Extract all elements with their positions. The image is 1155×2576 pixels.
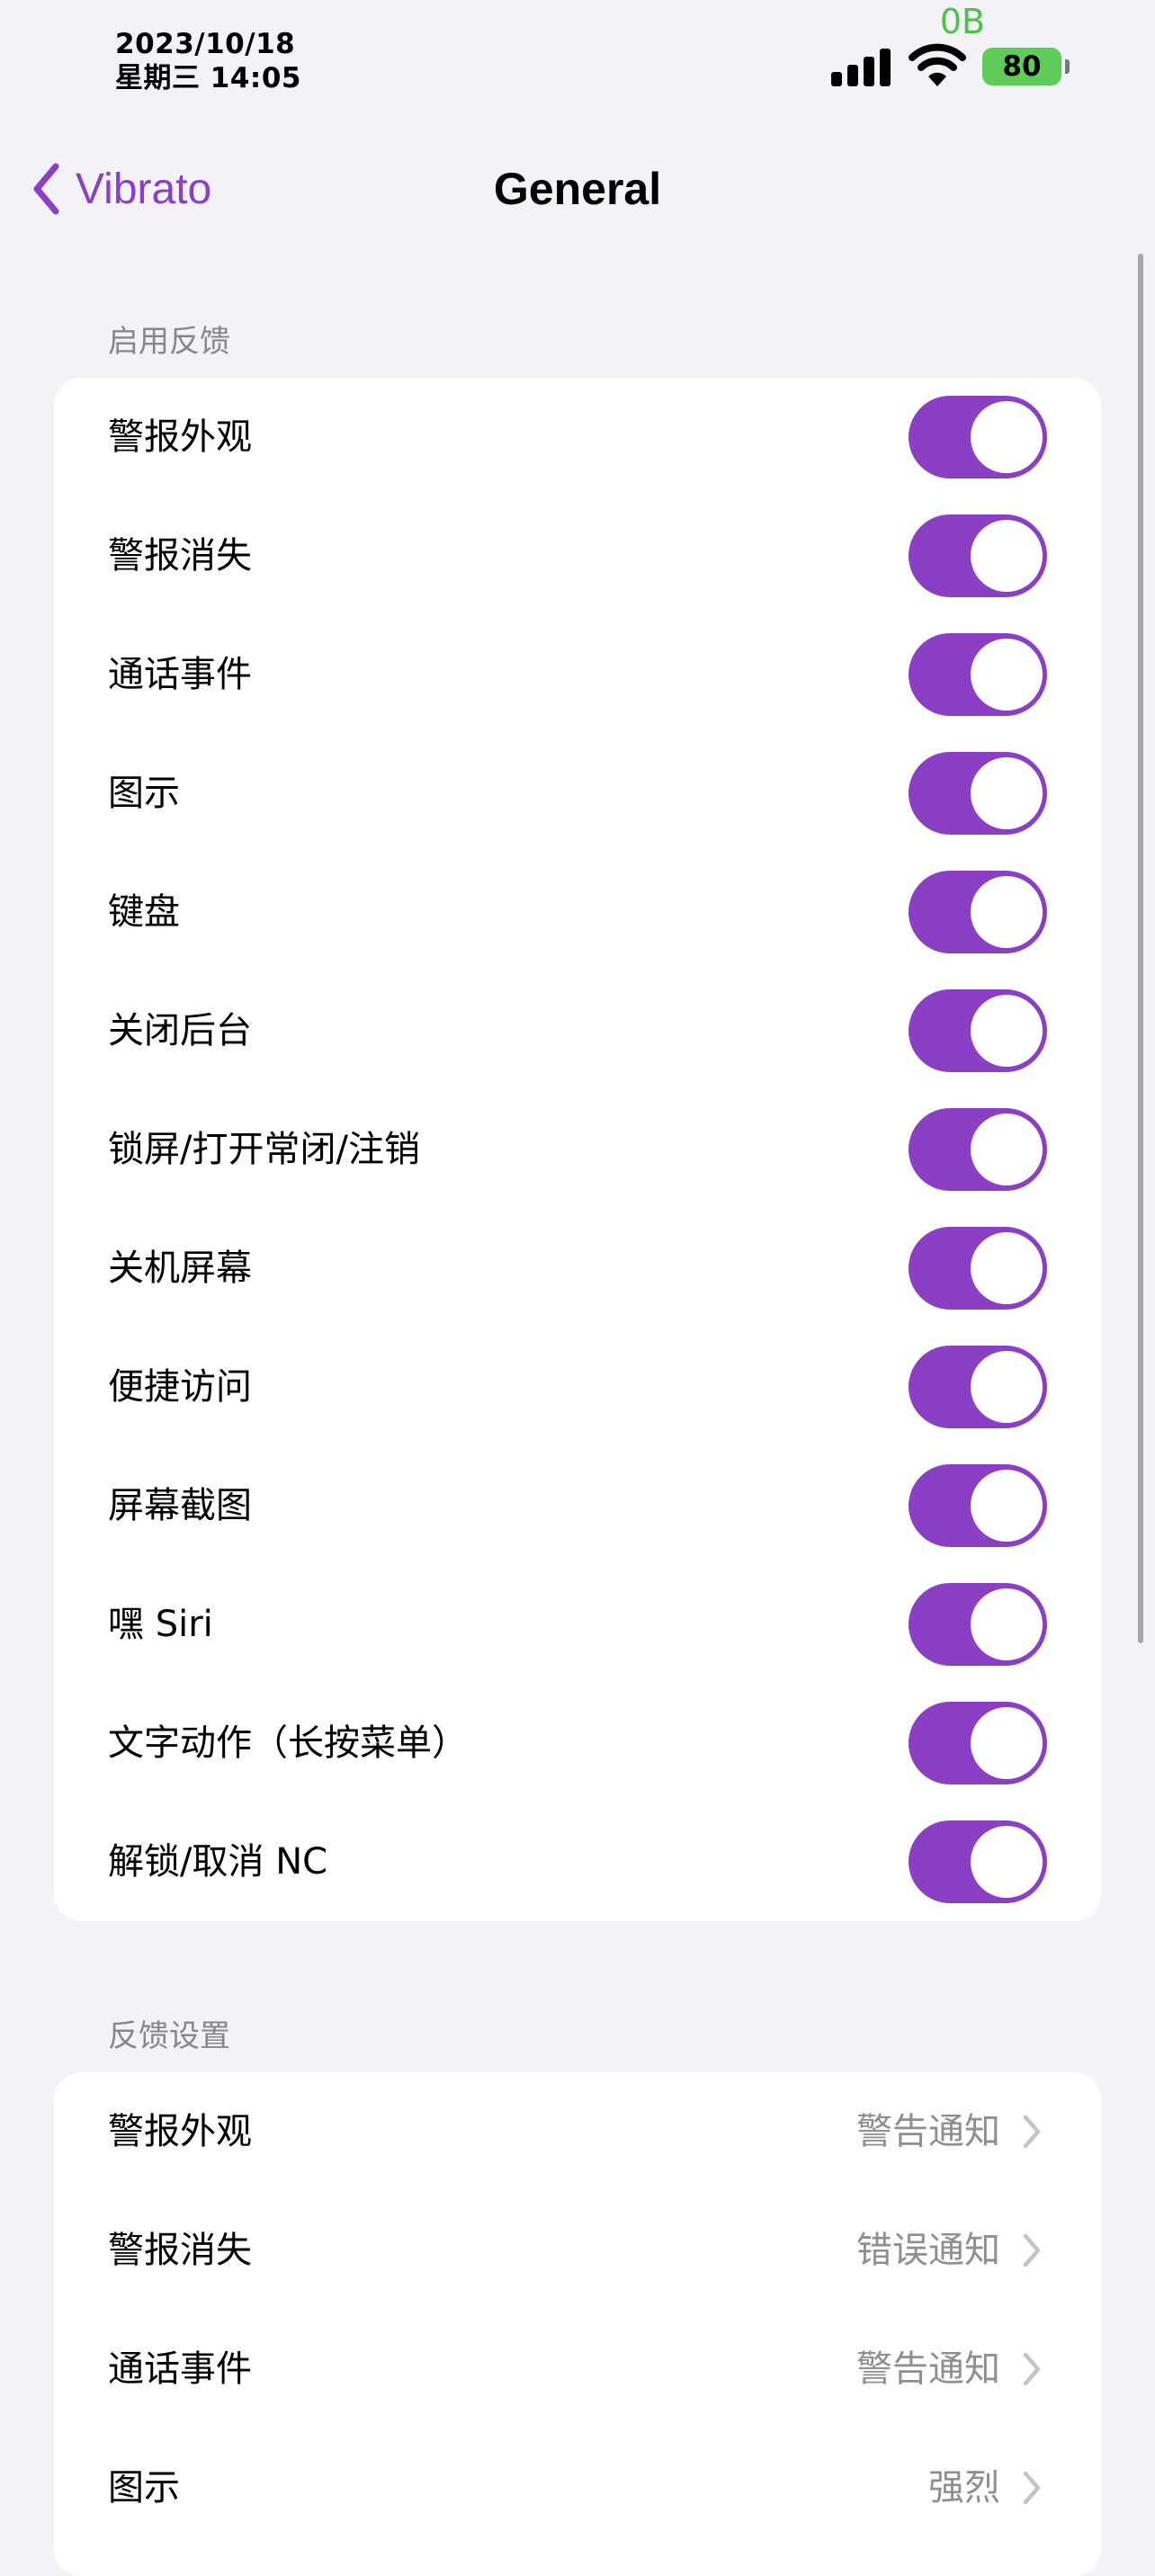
toggle-knob — [971, 639, 1043, 711]
toggle-row-text-actions: 文字动作（长按菜单） — [54, 1684, 1101, 1802]
toggle-knob — [971, 401, 1043, 473]
keyboard-toggle[interactable] — [909, 871, 1047, 953]
toggle-knob — [971, 1114, 1043, 1185]
net-speed: 0B — [939, 2, 986, 41]
toggle-knob — [971, 1470, 1043, 1542]
cellular-signal-icon — [831, 45, 892, 86]
setting-row-call-events[interactable]: 通话事件 警告通知 — [54, 2310, 1101, 2428]
toggle-row-close-background: 关闭后台 — [54, 971, 1101, 1090]
row-label: 关机屏幕 — [108, 1248, 252, 1289]
page-title: General — [493, 164, 662, 214]
row-label: 键盘 — [108, 891, 180, 933]
lock-screen-toggle[interactable] — [909, 1108, 1047, 1191]
icons-toggle[interactable] — [909, 752, 1047, 835]
row-value: 错误通知 — [856, 2230, 1000, 2271]
section-header-enable-feedback: 启用反馈 — [108, 324, 230, 360]
close-background-toggle[interactable] — [909, 989, 1047, 1072]
chevron-right-icon — [1023, 2233, 1041, 2267]
chevron-right-icon — [1023, 2471, 1041, 2505]
row-label: 便捷访问 — [108, 1366, 252, 1408]
toggle-knob — [971, 757, 1043, 829]
toggle-row-call-events: 通话事件 — [54, 615, 1101, 734]
battery-indicator: 80 — [982, 48, 1061, 85]
row-label: 嘿 Siri — [108, 1604, 213, 1645]
wifi-icon — [909, 43, 966, 86]
alert-appear-toggle[interactable] — [909, 396, 1047, 479]
chevron-right-icon — [1023, 2115, 1041, 2149]
toggle-knob — [971, 520, 1043, 592]
enable-feedback-group: 警报外观 警报消失 通话事件 图示 键盘 关闭后台 锁屏/打开常闭/注销 关机屏… — [54, 378, 1101, 1921]
status-bar: 2023/10/18 星期三 14:05 0B 80 — [0, 0, 1155, 99]
row-label: 解锁/取消 NC — [108, 1841, 328, 1883]
toggle-knob — [971, 1232, 1043, 1304]
row-label: 通话事件 — [108, 654, 252, 695]
status-datetime: 2023/10/18 星期三 14:05 — [115, 27, 301, 95]
toggle-row-lock-screen: 锁屏/打开常闭/注销 — [54, 1090, 1101, 1209]
toggle-knob — [971, 995, 1043, 1067]
row-label: 文字动作（长按菜单） — [108, 1722, 468, 1764]
row-value: 强烈 — [928, 2467, 1000, 2509]
toggle-knob — [971, 1707, 1043, 1779]
toggle-row-hey-siri: 嘿 Siri — [54, 1565, 1101, 1684]
toggle-row-reachability: 便捷访问 — [54, 1328, 1101, 1446]
toggle-row-alert-appear: 警报外观 — [54, 378, 1101, 496]
toggle-row-unlock-nc: 解锁/取消 NC — [54, 1802, 1101, 1921]
navigation-bar: Vibrato General — [0, 135, 1155, 243]
row-label: 警报消失 — [108, 535, 252, 577]
setting-row-alert-appear[interactable]: 警报外观 警告通知 — [54, 2072, 1101, 2191]
chevron-right-icon — [1023, 2352, 1041, 2386]
row-value: 警告通知 — [856, 2111, 1000, 2152]
screenshot-toggle[interactable] — [909, 1464, 1047, 1547]
row-label: 图示 — [108, 773, 180, 814]
text-actions-toggle[interactable] — [909, 1702, 1047, 1784]
toggle-row-screenshot: 屏幕截图 — [54, 1446, 1101, 1565]
toggle-knob — [971, 876, 1043, 948]
toggle-row-alert-dismiss: 警报消失 — [54, 496, 1101, 615]
section-header-feedback-settings: 反馈设置 — [108, 2018, 230, 2054]
toggle-row-shutdown-screen: 关机屏幕 — [54, 1209, 1101, 1328]
row-label: 警报外观 — [108, 416, 252, 458]
row-label: 通话事件 — [108, 2348, 252, 2390]
call-events-toggle[interactable] — [909, 633, 1047, 716]
setting-row-alert-dismiss[interactable]: 警报消失 错误通知 — [54, 2191, 1101, 2310]
row-value: 警告通知 — [856, 2348, 1000, 2390]
battery-tip — [1065, 59, 1070, 74]
toggle-knob — [971, 1826, 1043, 1898]
alert-dismiss-toggle[interactable] — [909, 514, 1047, 597]
reachability-toggle[interactable] — [909, 1346, 1047, 1428]
unlock-nc-toggle[interactable] — [909, 1820, 1047, 1903]
scrollbar[interactable] — [1138, 254, 1143, 1643]
row-label: 图示 — [108, 2467, 180, 2509]
status-date: 2023/10/18 — [115, 28, 296, 60]
setting-row-icons[interactable]: 图示 强烈 — [54, 2428, 1101, 2547]
row-label: 警报消失 — [108, 2230, 252, 2271]
shutdown-screen-toggle[interactable] — [909, 1227, 1047, 1310]
toggle-row-keyboard: 键盘 — [54, 853, 1101, 971]
hey-siri-toggle[interactable] — [909, 1583, 1047, 1666]
toggle-row-icons: 图示 — [54, 734, 1101, 853]
toggle-knob — [971, 1351, 1043, 1423]
row-label: 屏幕截图 — [108, 1485, 252, 1526]
toggle-knob — [971, 1588, 1043, 1660]
row-label: 警报外观 — [108, 2111, 252, 2152]
feedback-settings-group: 警报外观 警告通知 警报消失 错误通知 通话事件 警告通知 图示 强烈 — [54, 2072, 1101, 2576]
status-time: 星期三 14:05 — [115, 62, 301, 94]
row-label: 锁屏/打开常闭/注销 — [108, 1129, 420, 1170]
row-label: 关闭后台 — [108, 1010, 252, 1051]
